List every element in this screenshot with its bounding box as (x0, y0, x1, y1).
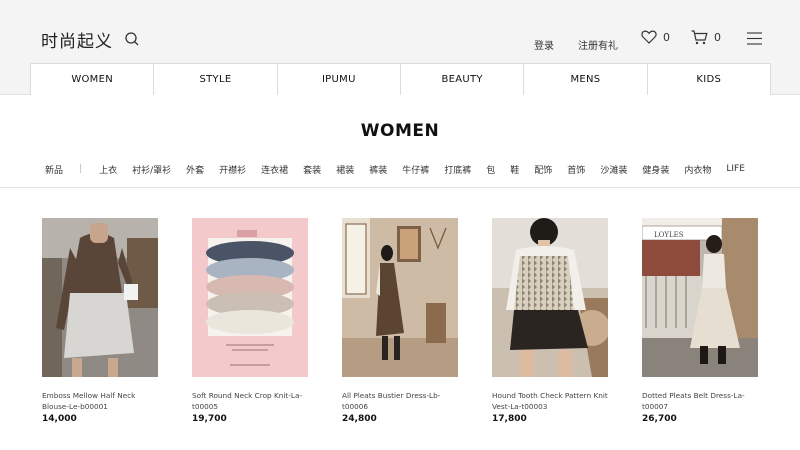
product-image[interactable] (192, 218, 308, 377)
search-icon[interactable] (124, 31, 140, 47)
subnav-item[interactable]: 裤装 (369, 163, 387, 176)
storefront-sign: LOYLES (654, 231, 684, 239)
wishlist-count: 0 (663, 30, 670, 44)
product-image[interactable] (342, 218, 458, 377)
subnav-item[interactable]: 健身装 (642, 163, 669, 176)
login-link[interactable]: 登录 (534, 32, 554, 56)
wishlist-button[interactable]: 0 (641, 30, 670, 44)
subnav-item[interactable]: 打底裤 (444, 163, 471, 176)
subnav-item[interactable]: 配饰 (534, 163, 552, 176)
heart-icon (641, 30, 657, 44)
category-nav: WOMEN STYLE IPUMU BEAUTY MENS KIDS (30, 63, 771, 95)
subnav-item[interactable]: 套装 (303, 163, 321, 176)
product-card[interactable]: LOYLES Dotted Pleats Belt Dress-La-t0000… (641, 218, 762, 424)
product-image[interactable]: LOYLES (641, 218, 758, 377)
subnav-item[interactable]: 开襟衫 (219, 163, 246, 176)
category-ipumu[interactable]: IPUMU (278, 64, 401, 95)
product-card[interactable]: Hound Tooth Check Pattern Knit Vest-La-t… (492, 218, 612, 424)
category-beauty[interactable]: BEAUTY (401, 64, 525, 95)
subnav-new[interactable]: 新品 (45, 163, 63, 176)
product-card[interactable]: Emboss Mellow Half Neck Blouse-Le-b00001… (42, 218, 159, 424)
subnav-item[interactable]: 包 (486, 163, 495, 176)
subnav-item[interactable]: 首饰 (567, 163, 585, 176)
product-name[interactable]: Soft Round Neck Crop Knit-La-t00005 (192, 390, 312, 412)
product-name[interactable]: Emboss Mellow Half Neck Blouse-Le-b00001 (42, 390, 162, 412)
subnav-item[interactable]: 连衣裙 (261, 163, 288, 176)
subcategory-nav: 新品 | 上衣 衬衫/罩衫 外套 开襟衫 连衣裙 套装 裙装 裤装 牛仔裤 打底… (45, 162, 760, 176)
subnav-item[interactable]: 外套 (186, 163, 204, 176)
register-link[interactable]: 注册有礼 (578, 32, 618, 56)
product-image[interactable] (492, 218, 610, 377)
header: 时尚起义 登录 注册有礼 0 0 WOMEN STYLE IPUMU BEAUT… (0, 0, 800, 95)
product-name[interactable]: Dotted Pleats Belt Dress-La-t00007 (642, 390, 762, 412)
subnav-item[interactable]: 沙滩装 (600, 163, 627, 176)
product-card[interactable]: All Pleats Bustier Dress-Lb-t00006 24,80… (342, 218, 459, 424)
hamburger-menu-icon[interactable] (747, 32, 762, 45)
cart-icon (691, 30, 708, 45)
category-kids[interactable]: KIDS (648, 64, 770, 95)
subnav-item[interactable]: 衬衫/罩衫 (132, 163, 171, 176)
product-price: 17,800 (492, 414, 527, 424)
category-style[interactable]: STYLE (154, 64, 278, 95)
category-women[interactable]: WOMEN (31, 64, 155, 95)
product-name[interactable]: Hound Tooth Check Pattern Knit Vest-La-t… (492, 390, 612, 412)
product-price: 24,800 (342, 414, 377, 424)
subnav-item[interactable]: 内衣物 (684, 163, 711, 176)
site-logo[interactable]: 时尚起义 (41, 27, 113, 52)
product-price: 26,700 (642, 414, 677, 424)
subnav-item[interactable]: 牛仔裤 (402, 163, 429, 176)
subnav-item[interactable]: 鞋 (510, 163, 519, 176)
subnav-item[interactable]: 裙装 (336, 163, 354, 176)
cart-count: 0 (714, 31, 721, 44)
product-card[interactable]: Soft Round Neck Crop Knit-La-t00005 19,7… (192, 218, 309, 424)
product-price: 19,700 (192, 414, 227, 424)
subnav-separator: | (79, 164, 83, 174)
product-image[interactable] (42, 218, 158, 377)
product-price: 14,000 (42, 414, 77, 424)
subnav-item[interactable]: 上衣 (99, 163, 117, 176)
section-divider (0, 187, 800, 188)
category-mens[interactable]: MENS (524, 64, 648, 95)
cart-button[interactable]: 0 (691, 30, 721, 45)
subnav-item[interactable]: LIFE (726, 164, 745, 174)
page-title: WOMEN (360, 121, 440, 141)
product-name[interactable]: All Pleats Bustier Dress-Lb-t00006 (342, 390, 462, 412)
